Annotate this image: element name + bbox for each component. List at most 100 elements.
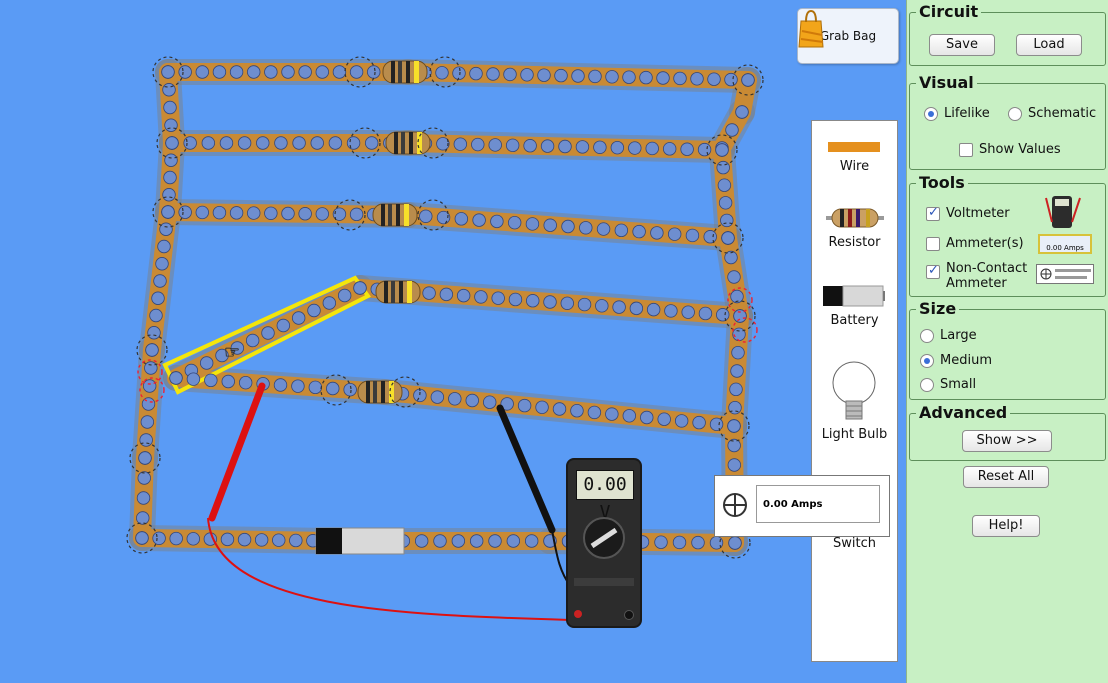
- show-values-option[interactable]: Show Values: [959, 142, 1061, 157]
- reset-all-button[interactable]: Reset All: [963, 466, 1049, 488]
- electron-dot: [353, 281, 367, 295]
- size-medium-option[interactable]: Medium: [920, 353, 992, 368]
- electron-dot: [632, 224, 646, 239]
- electron-dot: [507, 215, 522, 230]
- electron-dot: [579, 221, 593, 235]
- electron-dot: [144, 361, 158, 375]
- electron-dot: [169, 371, 183, 385]
- electron-dot: [692, 415, 706, 430]
- resistor-band: [398, 61, 402, 83]
- ammeters-checkbox[interactable]: [926, 236, 940, 251]
- electron-dot: [337, 288, 352, 303]
- resistor-band: [373, 381, 377, 403]
- electron-dot: [308, 380, 323, 395]
- size-group: Size Large Medium Small: [909, 300, 1106, 400]
- crosshair-icon[interactable]: [722, 492, 748, 518]
- resistor-band: [399, 281, 403, 303]
- electron-dot: [491, 291, 505, 305]
- electron-dot: [281, 65, 295, 79]
- resistor[interactable]: [372, 203, 418, 227]
- schematic-radio[interactable]: [1008, 106, 1022, 121]
- electron-dot: [139, 433, 153, 447]
- resistor[interactable]: [357, 380, 403, 404]
- grab-bag-button[interactable]: Grab Bag: [797, 8, 899, 64]
- show-values-checkbox[interactable]: [959, 142, 973, 157]
- electron-dot: [298, 207, 312, 221]
- resistor-band: [388, 204, 392, 226]
- electron-dot: [151, 291, 165, 305]
- light-bulb-icon[interactable]: [830, 361, 878, 427]
- electron-dot: [595, 299, 609, 313]
- component-toolbox: Wire Resistor Battery Light Bulb Switch: [811, 120, 898, 662]
- ammeters-option[interactable]: Ammeter(s): [926, 236, 1024, 251]
- noncontact-label: Non-Contact Ammeter: [946, 261, 1027, 291]
- electron-dot: [697, 142, 712, 157]
- ammeters-label: Ammeter(s): [946, 236, 1024, 251]
- size-large-option[interactable]: Large: [920, 328, 977, 343]
- resistor[interactable]: [382, 60, 428, 84]
- wire-icon[interactable]: [828, 141, 880, 153]
- electron-dot: [298, 65, 312, 79]
- electron-dot: [310, 136, 324, 150]
- noncontact-checkbox[interactable]: [926, 263, 940, 279]
- wire-tool-label[interactable]: Wire: [812, 159, 897, 174]
- battery-icon[interactable]: [823, 285, 885, 307]
- lifelike-label: Lifelike: [944, 106, 990, 121]
- electron-dot: [674, 414, 689, 428]
- resistor[interactable]: [385, 131, 431, 155]
- electron-dot: [488, 534, 502, 548]
- voltmeter-dial-icon[interactable]: [578, 512, 630, 564]
- resistor[interactable]: [375, 280, 421, 304]
- lifelike-radio[interactable]: [924, 106, 938, 121]
- noncontact-option[interactable]: Non-Contact Ammeter: [926, 261, 1027, 291]
- help-button[interactable]: Help!: [972, 515, 1040, 537]
- light-bulb-tool-label[interactable]: Light Bulb: [812, 427, 897, 442]
- electron-dot: [452, 66, 466, 80]
- electron-dot: [540, 139, 555, 153]
- electron-dot: [422, 286, 436, 300]
- electron-dot: [322, 296, 337, 310]
- size-small-radio[interactable]: [920, 377, 934, 392]
- circuit-drawing[interactable]: ☞: [0, 0, 906, 683]
- voltmeter-checkbox[interactable]: [926, 205, 940, 221]
- schematic-option[interactable]: Schematic: [1008, 106, 1096, 121]
- load-button[interactable]: Load: [1016, 34, 1082, 56]
- noncontact-thumbnail: [1036, 264, 1094, 284]
- resistor-band: [396, 204, 400, 226]
- red-probe[interactable]: [208, 382, 266, 522]
- electron-dot: [136, 491, 151, 505]
- shopping-bag-icon: [798, 9, 824, 48]
- voltmeter-red-jack: [574, 610, 582, 618]
- electron-dot: [135, 531, 149, 545]
- electron-dot: [264, 206, 278, 220]
- resistor-icon[interactable]: [826, 207, 884, 229]
- grab-bag-label: Grab Bag: [819, 29, 877, 43]
- size-small-option[interactable]: Small: [920, 377, 976, 392]
- electron-dot: [622, 409, 637, 423]
- voltmeter[interactable]: 0.00 V: [566, 458, 642, 628]
- electron-dot: [195, 65, 209, 79]
- size-medium-radio[interactable]: [920, 353, 934, 368]
- circuit-canvas[interactable]: ☞ Grab Bag Wire Resistor Battery Light B…: [0, 0, 906, 683]
- non-contact-ammeter[interactable]: 0.00 Amps: [714, 475, 890, 537]
- lifelike-option[interactable]: Lifelike: [924, 106, 990, 121]
- electron-dot: [543, 218, 557, 232]
- battery-tool-label[interactable]: Battery: [812, 313, 897, 328]
- electron-dot: [570, 404, 584, 418]
- electron-dot: [543, 295, 557, 309]
- advanced-show-button[interactable]: Show >>: [962, 430, 1052, 452]
- size-large-radio[interactable]: [920, 328, 934, 343]
- black-probe[interactable]: [496, 404, 556, 534]
- electron-dot: [508, 292, 523, 307]
- electron-dot: [535, 400, 549, 415]
- electron-dot: [735, 105, 749, 119]
- electron-dot: [212, 65, 227, 79]
- voltmeter-option[interactable]: Voltmeter: [926, 205, 1010, 221]
- electron-dot: [587, 405, 602, 420]
- save-button[interactable]: Save: [929, 34, 995, 56]
- electron-dot: [153, 274, 167, 288]
- resistor-tool-label[interactable]: Resistor: [812, 235, 897, 250]
- switch-tool-label[interactable]: Switch: [812, 536, 897, 551]
- electron-dot: [575, 140, 590, 154]
- electron-dot: [691, 535, 705, 550]
